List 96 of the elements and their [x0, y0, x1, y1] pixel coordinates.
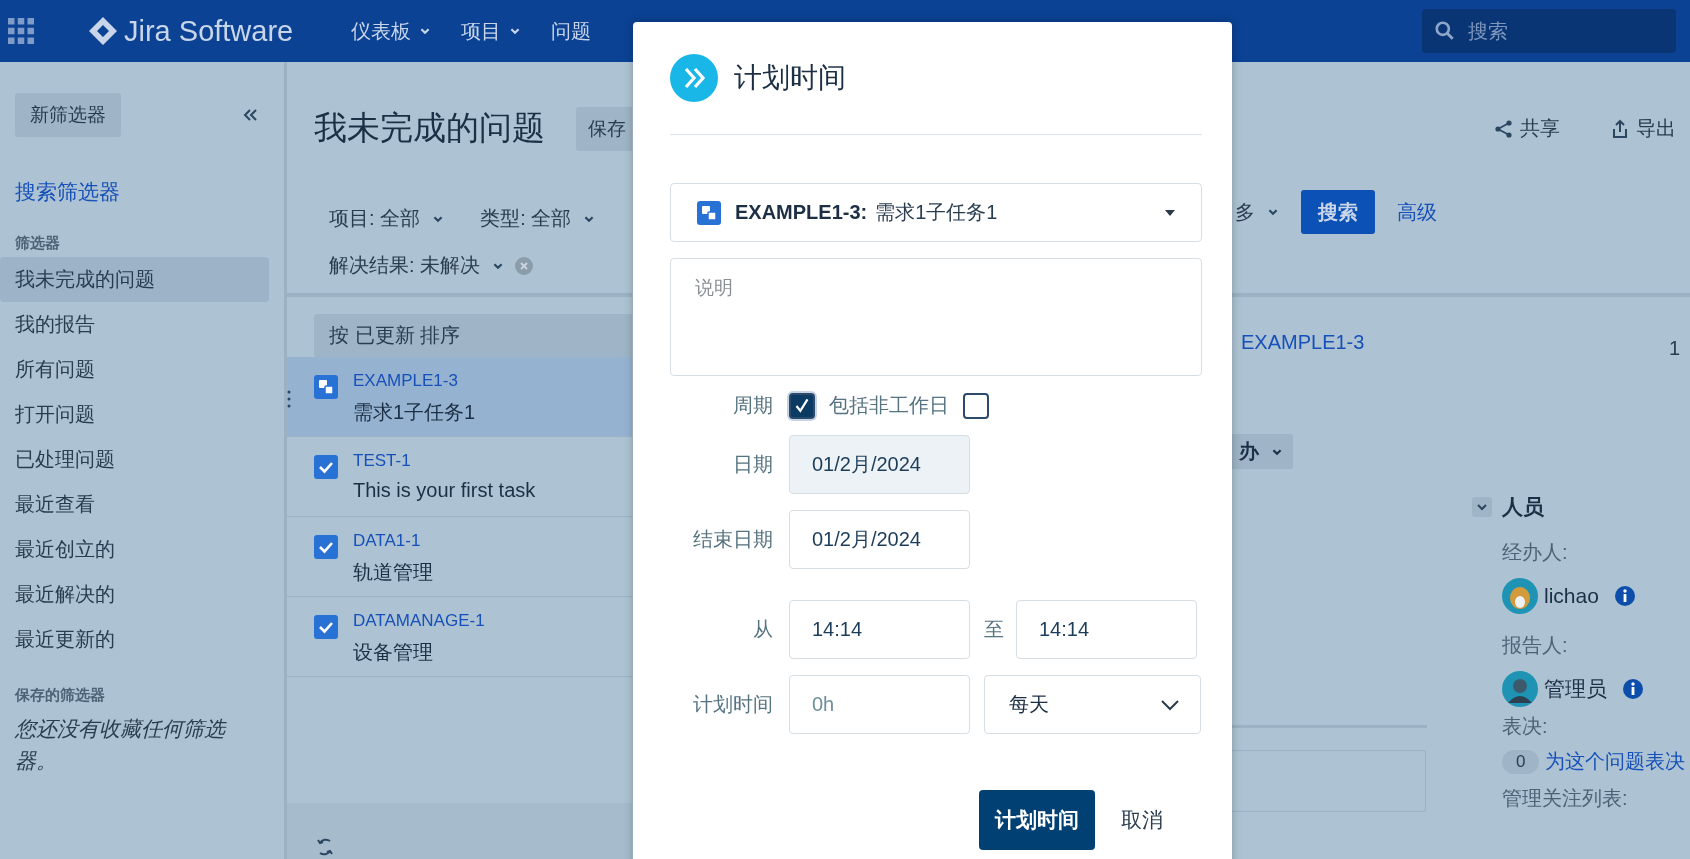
- diamond-logo-icon: [88, 16, 118, 46]
- chevron-down-icon: [1160, 698, 1180, 711]
- date-field[interactable]: 01/2月/2024: [789, 435, 970, 494]
- user-name[interactable]: 管理员: [1544, 675, 1607, 703]
- issue-key[interactable]: EXAMPLE1-3: [353, 371, 476, 391]
- task-check-icon: [314, 615, 338, 639]
- task-check-icon: [314, 535, 338, 559]
- sidebar-item[interactable]: 最近创立的: [0, 527, 269, 572]
- vote-count-badge: 0: [1502, 749, 1540, 774]
- subtask-icon: [314, 375, 338, 399]
- refresh-icon[interactable]: [315, 837, 335, 857]
- time-field[interactable]: 14:14: [789, 600, 970, 659]
- sidebar-item[interactable]: 最近更新的: [0, 617, 269, 662]
- issue-summary: 轨道管理: [353, 560, 433, 585]
- search-button[interactable]: 搜索: [1301, 190, 1375, 234]
- description-field[interactable]: 说明: [670, 258, 1202, 376]
- nav-menu[interactable]: 问题: [551, 17, 592, 45]
- checkbox[interactable]: [963, 392, 989, 419]
- user-name[interactable]: lichao: [1544, 584, 1599, 608]
- checkbox[interactable]: [789, 392, 815, 419]
- product-name[interactable]: Jira Software: [124, 14, 294, 48]
- filter-dropdown[interactable]: 类型: 全部: [480, 205, 596, 232]
- issue-summary: This is your first task: [353, 479, 536, 502]
- export-icon: [1610, 118, 1630, 139]
- date-field[interactable]: 01/2月/2024: [789, 510, 970, 569]
- field-label: 至: [984, 617, 1002, 642]
- avatar-icon: [1502, 671, 1538, 707]
- header-action[interactable]: 导出: [1610, 115, 1676, 142]
- task-check-icon: [314, 455, 338, 479]
- sidebar-item[interactable]: 我的报告: [0, 302, 269, 347]
- nav-menu[interactable]: 仪表板: [351, 17, 432, 45]
- issue-count: 1: [1668, 337, 1680, 360]
- drag-handle-icon[interactable]: [287, 389, 291, 409]
- share-icon: [1494, 118, 1514, 139]
- section-heading: 筛选器: [15, 234, 61, 253]
- app-grid-icon[interactable]: [8, 18, 34, 44]
- dialog-title: 计划时间: [734, 61, 846, 95]
- sidebar-item[interactable]: 已处理问题: [0, 437, 269, 482]
- issue-row[interactable]: TEST-1 This is your first task: [287, 437, 632, 517]
- advanced-link[interactable]: 高级: [1397, 190, 1437, 234]
- field-label: 经办人:: [1502, 540, 1568, 565]
- info-icon[interactable]: [1623, 679, 1643, 699]
- field-label: 周期: [732, 393, 773, 418]
- status-button[interactable]: 办: [1231, 434, 1293, 469]
- more-filter-dropdown[interactable]: 多: [1235, 190, 1279, 234]
- empty-message: 您还没有收藏任何筛选器。: [15, 716, 228, 774]
- submit-button[interactable]: 计划时间: [979, 790, 1095, 850]
- field-label: 结束日期: [692, 527, 773, 552]
- collapse-chevron-icon[interactable]: [1472, 497, 1492, 517]
- vote-link[interactable]: 为这个问题表决: [1545, 748, 1686, 775]
- field-label: 报告人:: [1502, 633, 1568, 658]
- time-field[interactable]: 14:14: [1016, 600, 1197, 659]
- caret-icon: [1165, 209, 1175, 216]
- period-select[interactable]: 每天: [984, 675, 1201, 734]
- sidebar-item[interactable]: 所有问题: [0, 347, 269, 392]
- field-label: 包括非工作日: [829, 393, 949, 418]
- issue-row[interactable]: DATAMANAGE-1 设备管理: [287, 597, 632, 677]
- issue-key[interactable]: DATAMANAGE-1: [353, 611, 485, 631]
- page-title: 我未完成的问题: [314, 108, 545, 148]
- info-icon[interactable]: [1614, 586, 1635, 606]
- field-label: 从: [752, 617, 773, 642]
- sidebar-item[interactable]: 我未完成的问题: [0, 257, 269, 302]
- double-chevron-icon: [670, 54, 718, 102]
- search-field[interactable]: 搜索: [1422, 9, 1676, 53]
- sort-bar[interactable]: 按 已更新 排序: [314, 314, 632, 357]
- issue-key-link[interactable]: EXAMPLE1-3: [1241, 331, 1365, 354]
- sidebar-item[interactable]: 最近查看: [0, 482, 269, 527]
- duration-field[interactable]: 0h: [789, 675, 970, 734]
- nav-menu[interactable]: 项目: [461, 17, 522, 45]
- issue-row[interactable]: DATA1-1 轨道管理: [287, 517, 632, 597]
- save-button[interactable]: 保存: [576, 106, 632, 151]
- sidebar-item[interactable]: 最近解决的: [0, 572, 269, 617]
- cancel-link[interactable]: 取消: [1107, 790, 1177, 850]
- issue-row[interactable]: EXAMPLE1-3 需求1子任务1: [287, 357, 632, 437]
- issue-summary: 设备管理: [353, 640, 434, 665]
- avatar-icon: [1502, 578, 1538, 614]
- section-heading: 保存的筛选器: [15, 686, 106, 705]
- field-label: 计划时间: [692, 692, 773, 717]
- field-label: 管理关注列表:: [1502, 786, 1628, 811]
- issue-key[interactable]: TEST-1: [353, 451, 536, 471]
- search-filters-link[interactable]: 搜索筛选器: [15, 178, 284, 206]
- collapse-icon[interactable]: [242, 108, 258, 122]
- search-icon: [1434, 20, 1456, 42]
- issue-key[interactable]: DATA1-1: [353, 531, 433, 551]
- filter-dropdown[interactable]: 项目: 全部: [329, 205, 445, 232]
- sidebar-item[interactable]: 打开问题: [0, 392, 269, 437]
- field-label: 日期: [732, 452, 773, 477]
- new-filter-button[interactable]: 新筛选器: [15, 93, 121, 137]
- subtask-icon: [697, 200, 721, 225]
- filter-dropdown[interactable]: 解决结果: 未解决: [329, 252, 535, 279]
- header-action[interactable]: 共享: [1494, 115, 1560, 142]
- search-input[interactable]: 搜索: [1466, 18, 1650, 44]
- field-label: 表决:: [1502, 714, 1548, 739]
- section-heading: 人员: [1502, 494, 1544, 520]
- issue-summary: 需求1子任务1: [353, 400, 476, 425]
- issue-select[interactable]: EXAMPLE1-3: 需求1子任务1: [670, 183, 1202, 242]
